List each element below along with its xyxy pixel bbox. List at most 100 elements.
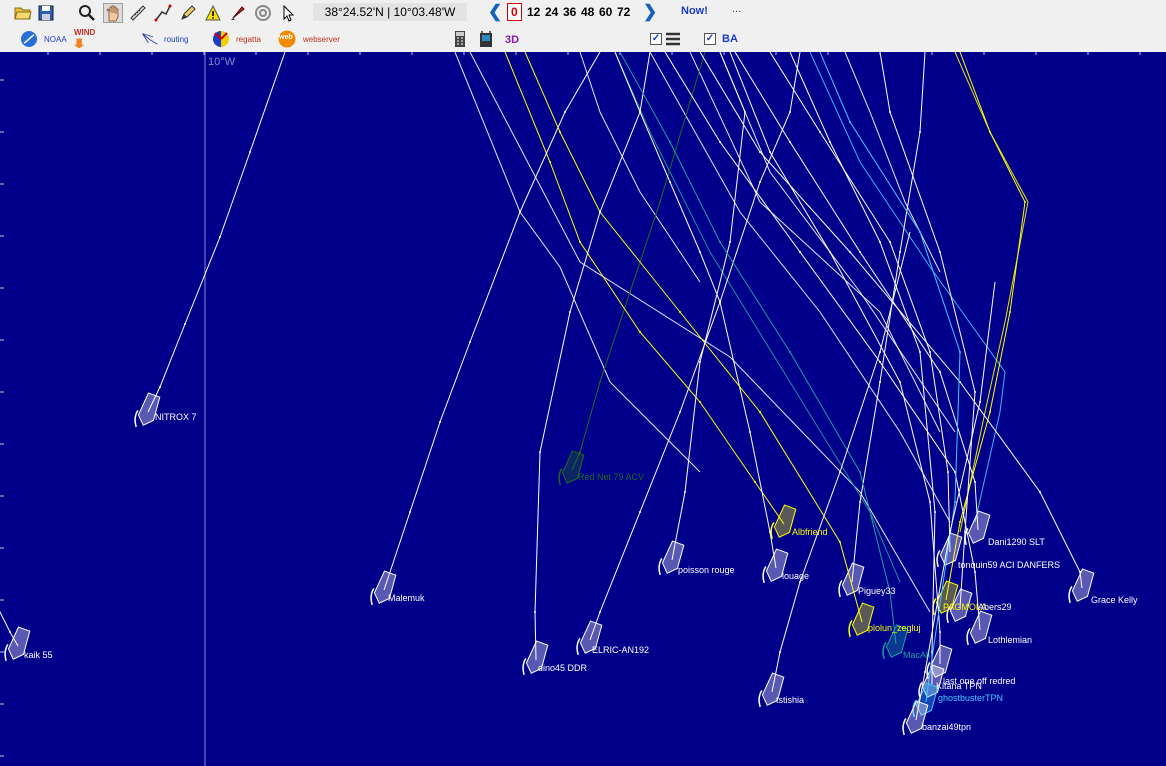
warning-brush-icon[interactable] <box>203 3 223 23</box>
regatta-icon[interactable] <box>211 29 231 49</box>
track-point <box>989 411 991 413</box>
forecast-hour-72[interactable]: 72 <box>617 4 630 20</box>
track-point <box>409 511 411 513</box>
race-map[interactable]: 10°W NITROX 7 Red Net 79 ACV Albfriend pois… <box>0 52 1166 766</box>
boat-label[interactable]: Kitana TPN <box>936 681 982 691</box>
pencil-icon[interactable] <box>178 3 198 23</box>
track-point <box>849 251 851 253</box>
track-point <box>599 611 601 613</box>
ba-checkbox[interactable]: ✓ <box>704 33 716 45</box>
track-point <box>549 161 551 163</box>
boat-label[interactable]: Red Net 79 ACV <box>578 472 644 482</box>
boat-track <box>147 52 286 413</box>
more-button[interactable]: ... <box>732 3 741 15</box>
track-point <box>599 211 601 213</box>
track-point <box>879 361 881 363</box>
zoom-search-icon[interactable] <box>77 3 97 23</box>
track-point <box>659 201 661 203</box>
forecast-hour-36[interactable]: 36 <box>563 4 576 20</box>
track-point <box>759 411 761 413</box>
routing-label[interactable]: routing <box>164 35 188 45</box>
boat-label[interactable]: louage <box>782 571 809 581</box>
boat-label[interactable]: banzai49tpn <box>922 722 971 732</box>
boat-label[interactable]: Lothlemian <box>988 635 1032 645</box>
boat-marker[interactable] <box>368 569 398 609</box>
boat-marker[interactable] <box>900 699 930 739</box>
boat-marker[interactable] <box>846 601 876 641</box>
track-point <box>789 111 791 113</box>
boat-marker[interactable] <box>768 503 798 543</box>
track-point <box>249 151 251 153</box>
boat-label[interactable]: tonquin59 ACI DANFERS <box>958 560 1060 570</box>
boat-label[interactable]: MacAll <box>903 650 930 660</box>
track-point <box>719 301 721 303</box>
noaa-globe-icon[interactable] <box>19 29 39 49</box>
save-icon[interactable] <box>36 3 56 23</box>
routing-icon[interactable] <box>138 29 162 49</box>
pan-hand-icon[interactable] <box>103 3 123 23</box>
boat-marker[interactable] <box>756 671 786 711</box>
boat-label[interactable]: Grace Kelly <box>1091 595 1138 605</box>
regatta-label[interactable]: regatta <box>236 35 261 45</box>
boat-label[interactable]: Albfriend <box>792 527 828 537</box>
calculator-icon[interactable] <box>450 29 470 49</box>
pointer-cursor-icon[interactable] <box>279 3 299 23</box>
boat-label[interactable]: Malemuk <box>388 593 425 603</box>
track-point <box>539 451 541 453</box>
track-point <box>699 401 701 403</box>
track-point <box>779 651 781 653</box>
boat-label[interactable]: kaik 55 <box>24 650 53 660</box>
boat-label[interactable]: Piguey33 <box>858 586 896 596</box>
track-point <box>954 501 956 503</box>
layers-list-icon[interactable] <box>664 29 682 49</box>
paint-brush-icon[interactable] <box>228 3 248 23</box>
forecast-hour-12[interactable]: 12 <box>527 4 540 20</box>
track-point <box>564 111 566 113</box>
previous-forecast-icon[interactable]: ❮ <box>488 3 502 21</box>
boat-label[interactable]: plolun_zegluj <box>868 623 921 633</box>
boat-label[interactable]: dino45 DDR <box>538 663 587 673</box>
track-point <box>924 671 926 673</box>
boat-label[interactable]: tstishia <box>776 695 804 705</box>
boat-label[interactable]: poisson rouge <box>678 565 735 575</box>
forecast-hour-60[interactable]: 60 <box>599 4 612 20</box>
track-point <box>744 111 746 113</box>
boat-label[interactable]: Abers29 <box>978 602 1012 612</box>
noaa-label[interactable]: NOAA <box>44 35 67 45</box>
track-point <box>859 251 861 253</box>
boat-marker[interactable] <box>520 639 550 679</box>
boats-layer <box>0 52 1095 739</box>
forecast-hour-48[interactable]: 48 <box>581 4 594 20</box>
boat-marker[interactable] <box>556 449 586 489</box>
wind-arrow-icon[interactable] <box>72 36 88 50</box>
boat-label[interactable]: ghostbusterTPN <box>938 693 1003 703</box>
route-line-icon[interactable] <box>153 3 173 23</box>
target-icon[interactable] <box>253 3 273 23</box>
ba-label[interactable]: BA <box>722 33 738 45</box>
track-point <box>919 351 921 353</box>
web-icon[interactable]: web <box>277 29 297 49</box>
boat-label[interactable]: ELRIC-AN192 <box>592 645 649 655</box>
track-point <box>769 151 771 153</box>
forecast-hour-0[interactable]: 0 <box>507 3 522 21</box>
3d-button[interactable]: 3D <box>505 34 519 46</box>
track-point <box>729 241 731 243</box>
boat-marker[interactable] <box>760 547 790 587</box>
layers-checkbox[interactable]: ✓ <box>650 33 662 45</box>
secondary-toolbar: NOAA WIND routing regatta web webserver … <box>0 26 1166 53</box>
webserver-label[interactable]: webserver <box>303 35 340 45</box>
next-forecast-icon[interactable]: ❯ <box>643 3 657 21</box>
track-point <box>689 101 691 103</box>
now-button[interactable]: Now! <box>681 5 708 17</box>
track-point <box>829 251 831 253</box>
gps-device-icon[interactable] <box>476 29 496 49</box>
boat-label[interactable]: Dani1290 SLT <box>988 537 1045 547</box>
open-folder-icon[interactable] <box>13 3 33 23</box>
track-point <box>939 251 941 253</box>
ruler-icon[interactable] <box>128 3 148 23</box>
boat-label[interactable]: NITROX 7 <box>155 412 197 422</box>
forecast-hour-24[interactable]: 24 <box>545 4 558 20</box>
boat-track <box>769 52 951 553</box>
track-point <box>974 481 976 483</box>
track-point <box>684 491 686 493</box>
